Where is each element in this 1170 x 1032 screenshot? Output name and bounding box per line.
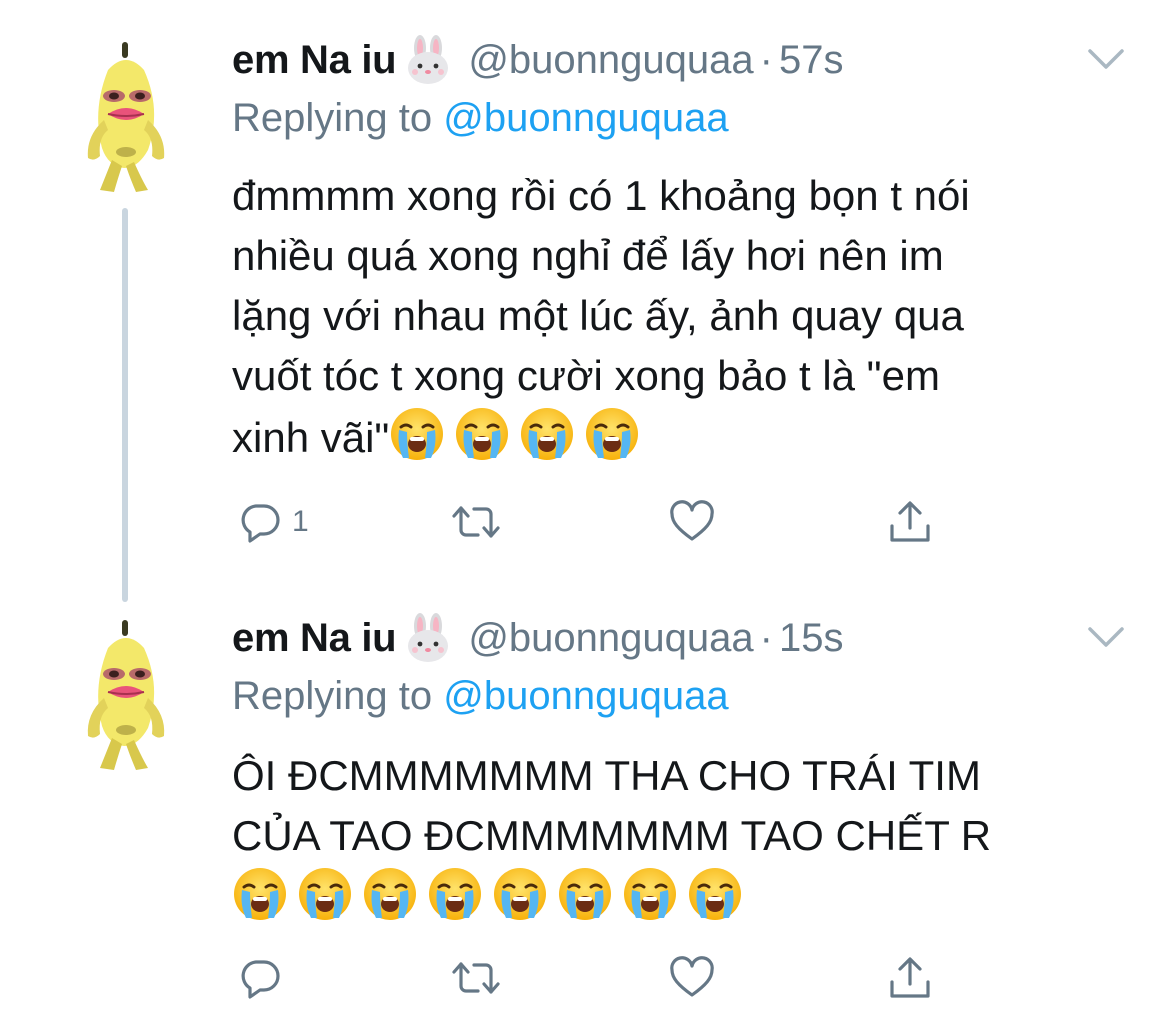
loudly-crying-face-icon	[557, 866, 613, 922]
display-name[interactable]: em Na iu	[232, 616, 397, 661]
loudly-crying-face-icon	[297, 866, 353, 922]
reply-button[interactable]	[236, 950, 292, 1006]
timestamp[interactable]: 15s	[779, 616, 844, 661]
emoji-row	[389, 414, 649, 461]
rabbit-face-icon	[402, 612, 454, 664]
loudly-crying-face-icon	[492, 866, 548, 922]
replying-mention-link[interactable]: @buonnguquaa	[443, 674, 728, 718]
share-icon	[890, 501, 930, 542]
tweet-text-line: vuốt tóc t xong cười xong bảo t là "em	[232, 352, 940, 399]
share-button[interactable]	[886, 950, 934, 1006]
tweet-text-line: CỦA TAO ĐCMMMMMMM TAO CHẾT R	[232, 812, 992, 859]
loudly-crying-face-icon	[622, 866, 678, 922]
tweet-text: đmmmm xong rồi có 1 khoảng bọn t nói nhi…	[232, 166, 1112, 468]
display-name[interactable]: em Na iu	[232, 38, 397, 83]
timestamp[interactable]: 57s	[779, 38, 844, 83]
replying-to: Replying to @buonnguquaa	[232, 674, 729, 719]
loudly-crying-face-icon	[427, 866, 483, 922]
avatar[interactable]	[78, 618, 174, 778]
tweet-text-line: đmmmm xong rồi có 1 khoảng bọn t nói	[232, 172, 970, 219]
loudly-crying-face-icon	[362, 866, 418, 922]
reply-count: 1	[292, 505, 309, 538]
share-icon	[890, 957, 930, 998]
replying-prefix: Replying to	[232, 96, 433, 140]
reply-icon	[241, 504, 280, 543]
loudly-crying-face-icon	[687, 866, 743, 922]
retweet-icon	[452, 962, 500, 994]
tweet-text-line: nhiều quá xong nghỉ để lấy hơi nên im	[232, 232, 944, 279]
tweet-header: em Na iu @buonnguquaa · 57s	[232, 36, 843, 84]
tweet-text-line: lặng với nhau một lúc ấy, ảnh quay qua	[232, 292, 964, 339]
emoji-row	[232, 866, 1112, 928]
replying-mention-link[interactable]: @buonnguquaa	[443, 96, 728, 140]
loudly-crying-face-icon	[584, 406, 640, 462]
tweet-text-line-with-emoji: xinh vãi"	[232, 406, 1112, 468]
user-handle[interactable]: @buonnguquaa	[468, 38, 753, 83]
thread-connector-line	[122, 208, 128, 602]
heart-icon	[670, 956, 714, 997]
retweet-button[interactable]	[448, 494, 504, 550]
retweet-icon	[452, 506, 500, 538]
tweet-actions: 1	[236, 494, 956, 550]
loudly-crying-face-icon	[389, 406, 445, 462]
tweet-text: ÔI ĐCMMMMMMM THA CHO TRÁI TIM CỦA TAO ĐC…	[232, 746, 1112, 928]
avatar[interactable]	[78, 40, 174, 200]
emoji-row	[232, 874, 752, 921]
tweet-header: em Na iu @buonnguquaa · 15s	[232, 614, 843, 662]
reply-icon	[241, 960, 280, 999]
like-button[interactable]	[668, 494, 716, 550]
rabbit-face-icon	[402, 34, 454, 86]
loudly-crying-face-icon	[454, 406, 510, 462]
tweet-actions	[236, 950, 956, 1006]
retweet-button[interactable]	[448, 950, 504, 1006]
chevron-down-icon[interactable]	[1086, 624, 1126, 650]
like-button[interactable]	[668, 950, 716, 1006]
separator-dot: ·	[759, 37, 773, 82]
tweet-text-line: ÔI ĐCMMMMMMM THA CHO TRÁI TIM	[232, 752, 981, 799]
heart-icon	[670, 500, 714, 541]
user-handle[interactable]: @buonnguquaa	[468, 616, 753, 661]
loudly-crying-face-icon	[232, 866, 288, 922]
loudly-crying-face-icon	[519, 406, 575, 462]
tweet[interactable]: em Na iu @buonnguquaa · 57s Replying to …	[0, 0, 1170, 602]
share-button[interactable]	[886, 494, 934, 550]
tweet[interactable]: em Na iu @buonnguquaa · 15s Replying to …	[0, 600, 1170, 1032]
reply-button[interactable]: 1	[236, 494, 309, 550]
separator-dot: ·	[759, 615, 773, 660]
chevron-down-icon[interactable]	[1086, 46, 1126, 72]
replying-prefix: Replying to	[232, 674, 433, 718]
replying-to: Replying to @buonnguquaa	[232, 96, 729, 141]
tweet-text-fragment: xinh vãi"	[232, 414, 390, 461]
